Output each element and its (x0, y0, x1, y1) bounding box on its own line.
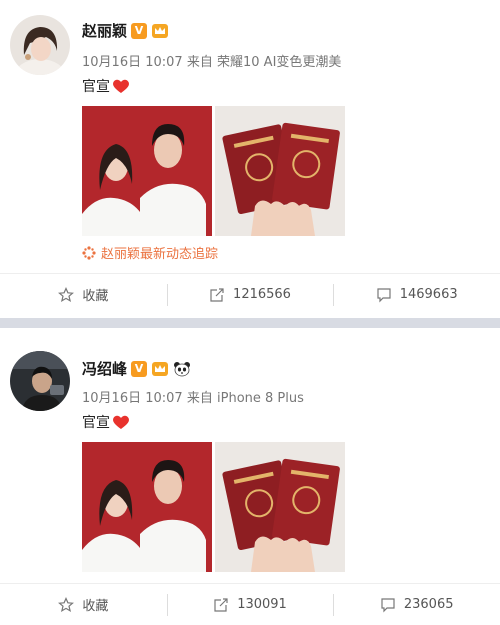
comment-icon (381, 597, 395, 612)
source-prefix: 来自 (186, 55, 213, 70)
favorite-button[interactable]: 收藏 (0, 274, 167, 315)
avatar[interactable] (10, 15, 70, 75)
crown-badge-icon (152, 23, 169, 38)
repost-count: 1216566 (233, 287, 291, 302)
repost-icon (210, 287, 224, 302)
comment-count: 236065 (403, 597, 454, 612)
post-date: 10月16日 (82, 391, 142, 406)
post-meta: 10月16日 10:07 来自 iPhone 8 Plus (82, 387, 304, 406)
username[interactable]: 赵丽颖 (82, 20, 127, 41)
author-row: 赵丽颖 V (82, 20, 169, 41)
follow-link-label: 赵丽颖最新动态追踪 (101, 247, 219, 262)
post-date: 10月16日 (82, 55, 142, 70)
verified-badge-icon: V (131, 22, 148, 39)
follow-tracking-link[interactable]: 赵丽颖最新动态追踪 (82, 243, 218, 262)
couple-photo[interactable] (82, 106, 212, 236)
author-row: 冯绍峰 V (82, 358, 191, 379)
repost-icon (214, 597, 228, 612)
heart-icon (113, 415, 129, 429)
couple-photo[interactable] (82, 442, 212, 572)
post-text-content: 官宣 (82, 415, 110, 431)
post-text: 官宣 (82, 412, 130, 432)
post-meta: 10月16日 10:07 来自 荣耀10 AI变色更潮美 (82, 51, 341, 70)
post-separator (0, 318, 500, 328)
action-bar: 收藏 130091 236065 (0, 583, 500, 625)
post-source[interactable]: iPhone 8 Plus (217, 391, 304, 406)
panda-icon (174, 361, 191, 376)
favorite-label: 收藏 (82, 289, 109, 304)
source-prefix: 来自 (186, 391, 213, 406)
post-text: 官宣 (82, 76, 130, 96)
username[interactable]: 冯绍峰 (82, 358, 127, 379)
weibo-post: 冯绍峰 V 10月16日 10:07 来自 iPhone 8 Plus 官宣 收… (0, 328, 500, 625)
star-icon (58, 286, 75, 302)
repost-button[interactable]: 1216566 (166, 274, 334, 315)
post-source[interactable]: 荣耀10 AI变色更潮美 (217, 55, 341, 70)
verified-badge-icon: V (131, 360, 148, 377)
weibo-post: 赵丽颖 V 10月16日 10:07 来自 荣耀10 AI变色更潮美 官宣 赵丽… (0, 0, 500, 318)
avatar[interactable] (10, 351, 70, 411)
comment-count: 1469663 (399, 287, 458, 302)
comment-icon (377, 287, 391, 302)
comment-button[interactable]: 236065 (333, 584, 500, 625)
marriage-certificate-photo[interactable] (215, 106, 345, 236)
favorite-button[interactable]: 收藏 (0, 584, 167, 625)
repost-count: 130091 (237, 597, 287, 612)
comment-button[interactable]: 1469663 (333, 274, 500, 315)
sparkle-icon (82, 245, 96, 260)
post-text-content: 官宣 (82, 79, 110, 95)
post-time: 10:07 (145, 55, 183, 70)
repost-button[interactable]: 130091 (166, 584, 334, 625)
marriage-certificate-photo[interactable] (215, 442, 345, 572)
crown-badge-icon (152, 361, 169, 376)
heart-icon (113, 79, 129, 93)
post-time: 10:07 (145, 391, 183, 406)
favorite-label: 收藏 (82, 599, 109, 614)
star-icon (58, 596, 75, 612)
action-bar: 收藏 1216566 1469663 (0, 273, 500, 315)
